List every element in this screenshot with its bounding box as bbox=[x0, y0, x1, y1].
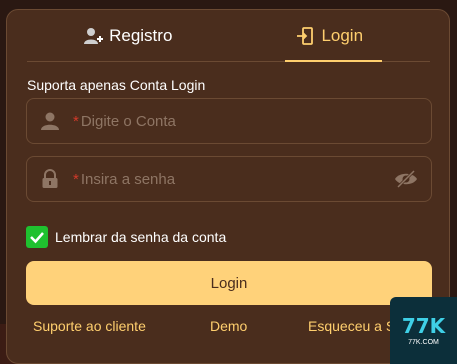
login-button[interactable]: Login bbox=[26, 261, 432, 305]
tab-register-label: Registro bbox=[109, 25, 173, 45]
forgot-password-link[interactable]: Esqueceu a S bbox=[308, 318, 395, 334]
logo-text: 77K bbox=[401, 314, 446, 338]
remember-password[interactable]: Lembrar da senha da conta bbox=[26, 226, 226, 248]
footer-links: Suporte ao cliente Demo Esqueceu a S bbox=[7, 318, 449, 338]
tab-login[interactable]: Login bbox=[229, 10, 431, 62]
password-field[interactable]: * Insira a senha bbox=[26, 156, 432, 202]
login-door-icon bbox=[295, 26, 315, 46]
user-icon bbox=[27, 111, 73, 131]
account-placeholder: * Digite o Conta bbox=[73, 112, 176, 130]
login-modal: Registro Login Suporta apenas Conta Logi… bbox=[6, 9, 450, 364]
eye-slash-icon[interactable] bbox=[394, 169, 418, 194]
site-logo-badge: 77K 77K.COM bbox=[390, 297, 457, 364]
add-user-icon bbox=[83, 26, 104, 46]
check-icon bbox=[30, 232, 44, 244]
support-link[interactable]: Suporte ao cliente bbox=[33, 318, 146, 334]
login-hint: Suporta apenas Conta Login bbox=[27, 77, 206, 93]
account-field[interactable]: * Digite o Conta bbox=[26, 98, 432, 144]
tab-register[interactable]: Registro bbox=[27, 10, 229, 61]
demo-link[interactable]: Demo bbox=[210, 318, 247, 334]
remember-label: Lembrar da senha da conta bbox=[55, 229, 227, 245]
lock-icon bbox=[27, 169, 73, 189]
tab-login-label: Login bbox=[321, 25, 364, 45]
auth-tabs: Registro Login bbox=[27, 10, 430, 62]
remember-checkbox[interactable] bbox=[26, 226, 48, 248]
logo-domain: 77K.COM bbox=[408, 339, 439, 346]
password-placeholder: * Insira a senha bbox=[73, 170, 176, 188]
